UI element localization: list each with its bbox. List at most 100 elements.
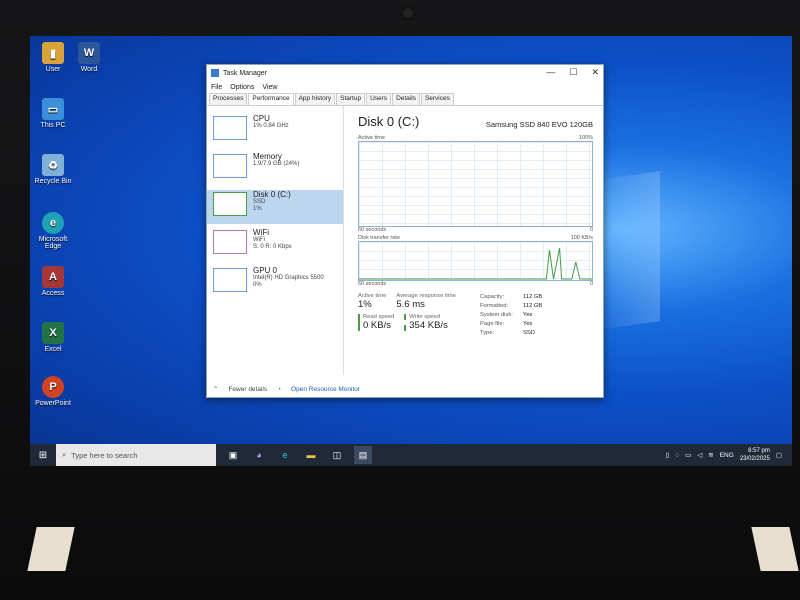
- desktop-icon-label: Microsoft Edge: [38, 236, 68, 250]
- store-icon[interactable]: ◫: [328, 446, 346, 464]
- powerpoint-icon: P: [42, 376, 64, 398]
- maximize-button[interactable]: ☐: [569, 67, 577, 78]
- tab-app-history[interactable]: App history: [294, 93, 336, 105]
- desktop-icon-edge[interactable]: e Microsoft Edge: [30, 212, 76, 250]
- transfer-rate-line: [359, 247, 592, 280]
- close-button[interactable]: ✕: [591, 67, 599, 78]
- stat-write-speed: Write speed 354 KB/s: [404, 314, 448, 331]
- prop-value: Yes: [523, 312, 533, 318]
- minimize-button[interactable]: —: [546, 67, 555, 78]
- graph-axis-left: 60 seconds: [358, 227, 387, 233]
- transfer-rate-graph: [358, 241, 593, 281]
- network-icon[interactable]: ◌: [675, 452, 679, 459]
- graph-axis-left: 60 seconds: [358, 281, 387, 287]
- system-tray: ▯ ◌ ▭ ◁ ≋ ENG 8:57 pm 23/02/2025 ▢: [666, 444, 782, 466]
- access-icon: A: [42, 266, 64, 288]
- resource-type: SSD: [253, 199, 266, 205]
- resource-name: CPU: [253, 114, 270, 123]
- edge-icon[interactable]: e: [276, 446, 294, 464]
- gpu-mini-graph: [213, 268, 247, 292]
- stat-read-speed: Read speed 0 KB/s: [358, 314, 394, 331]
- desktop-icon-this-pc[interactable]: ▭ This PC: [30, 98, 76, 129]
- wifi-icon[interactable]: ≋: [708, 451, 713, 459]
- search-placeholder: Type here to search: [71, 450, 138, 460]
- battery-icon[interactable]: ▭: [685, 451, 691, 459]
- stat-avg-response: Average response time 5.6 ms: [396, 293, 456, 310]
- task-manager-icon[interactable]: ▤: [354, 446, 372, 464]
- desktop-icon-label: This PC: [40, 122, 66, 129]
- resource-type: WiFi: [253, 237, 265, 243]
- disk-detail-pane: Disk 0 (C:) Samsung SSD 840 EVO 120GB Ac…: [344, 106, 603, 375]
- prop-value: Yes: [523, 321, 533, 327]
- desktop-icon-label: Word: [80, 66, 98, 73]
- desktop-icon-excel[interactable]: X Excel: [30, 322, 76, 353]
- memory-mini-graph: [213, 154, 247, 178]
- copilot-icon[interactable]: ◕: [250, 446, 268, 464]
- window-title: Task Manager: [223, 69, 267, 77]
- resource-name: Disk 0 (C:): [253, 190, 291, 199]
- desktop-icon-label: Recycle Bin: [34, 178, 72, 185]
- tab-details[interactable]: Details: [392, 93, 420, 105]
- clock-time: 8:57 pm: [748, 448, 770, 454]
- file-explorer-icon[interactable]: ▬: [302, 446, 320, 464]
- tab-users[interactable]: Users: [366, 93, 392, 105]
- disk-model: Samsung SSD 840 EVO 120GB: [485, 120, 593, 129]
- open-resource-monitor-link[interactable]: Open Resource Monitor: [291, 386, 360, 393]
- resource-type: Intel(R) HD Graphics 5500: [253, 275, 324, 281]
- title-bar[interactable]: Task Manager — ☐ ✕: [207, 65, 603, 81]
- task-view-icon[interactable]: ▣: [224, 446, 242, 464]
- tab-performance[interactable]: Performance: [248, 93, 294, 105]
- menu-options[interactable]: Options: [230, 84, 254, 91]
- prop-label: System disk:: [480, 312, 513, 318]
- word-icon: W: [78, 42, 100, 64]
- resource-monitor-icon: ◔: [277, 385, 282, 393]
- resource-cpu[interactable]: CPU 1% 0.84 GHz: [207, 114, 343, 148]
- language-indicator[interactable]: ENG: [720, 452, 734, 459]
- chevron-up-icon[interactable]: ⌃: [213, 385, 218, 393]
- desktop-icon-label: Access: [41, 290, 65, 297]
- prop-label: Capacity:: [480, 294, 505, 300]
- footer: ⌃ Fewer details ◔ Open Resource Monitor: [213, 385, 360, 394]
- menu-view[interactable]: View: [262, 84, 277, 91]
- resource-name: Memory: [253, 152, 282, 161]
- resource-memory[interactable]: Memory 1.9/7.9 GB (24%): [207, 152, 343, 186]
- resource-value: 1.9/7.9 GB (24%): [253, 161, 300, 167]
- desktop-icon-label: Excel: [44, 346, 62, 353]
- start-button[interactable]: ⊞: [30, 444, 56, 466]
- notes-icon[interactable]: ▯: [666, 451, 670, 459]
- prop-value: SSD: [523, 330, 535, 336]
- cpu-mini-graph: [213, 116, 247, 140]
- desktop-icon-powerpoint[interactable]: P PowerPoint: [30, 376, 76, 407]
- tab-startup[interactable]: Startup: [336, 93, 366, 105]
- disk-properties: Capacity: 112 GB Formatted: 112 GB System …: [480, 293, 542, 338]
- desktop-icon-word[interactable]: W Word: [66, 42, 112, 73]
- active-time-graph: [358, 141, 593, 227]
- prop-label: Type:: [480, 330, 495, 336]
- fewer-details-link[interactable]: Fewer details: [228, 386, 267, 393]
- desktop-icon-access[interactable]: A Access: [30, 266, 76, 297]
- notification-icon[interactable]: ▢: [776, 451, 782, 459]
- speaker-icon[interactable]: ◁: [697, 451, 702, 459]
- desktop-icon-recycle-bin[interactable]: ♻ Recycle Bin: [30, 154, 76, 185]
- taskbar-apps: ▣ ◕ e ▬ ◫ ▤: [224, 446, 372, 464]
- prop-label: Formatted:: [480, 303, 509, 309]
- resource-wifi[interactable]: WiFi WiFi S: 0 R: 0 Kbps: [207, 228, 343, 262]
- tab-processes[interactable]: Processes: [209, 93, 248, 105]
- resource-list: CPU 1% 0.84 GHz Memory 1.9/7.9 GB (24%) …: [207, 106, 344, 375]
- excel-icon: X: [42, 322, 64, 344]
- resource-value: 0%: [253, 282, 262, 288]
- menu-file[interactable]: File: [211, 84, 222, 91]
- resource-gpu[interactable]: GPU 0 Intel(R) HD Graphics 5500 0%: [207, 266, 343, 300]
- search-box[interactable]: ⌕ Type here to search: [56, 444, 216, 466]
- clock[interactable]: 8:57 pm 23/02/2025: [740, 447, 770, 463]
- recycle-bin-icon: ♻: [42, 154, 64, 176]
- desktop: ▮ User W Word ▭ This PC ♻ Recycle Bin e …: [30, 36, 792, 466]
- resource-disk[interactable]: Disk 0 (C:) SSD 1%: [207, 190, 343, 224]
- tab-services[interactable]: Services: [420, 93, 454, 105]
- prop-value: 112 GB: [523, 294, 543, 300]
- wifi-mini-graph: [213, 230, 247, 254]
- edge-icon: e: [42, 212, 64, 234]
- graph-axis-right: 0: [589, 281, 593, 287]
- menu-bar: File Options View: [207, 81, 603, 93]
- disk-mini-graph: [213, 192, 247, 216]
